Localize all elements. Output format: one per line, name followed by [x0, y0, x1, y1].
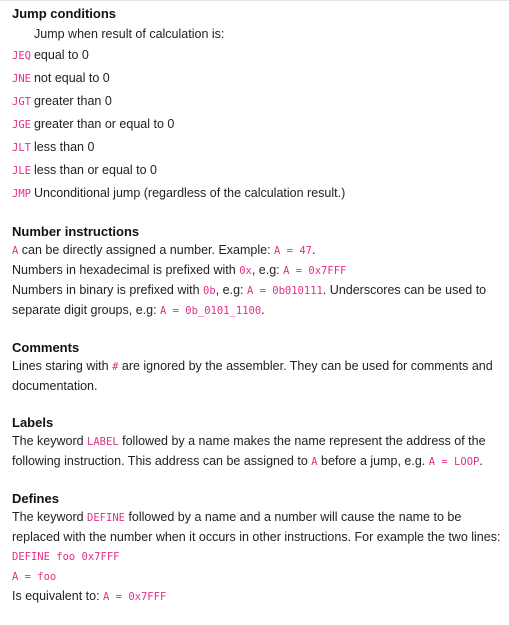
section-heading: Defines [12, 491, 59, 506]
condition-code: JEQ [12, 50, 31, 62]
text-span: Numbers in binary is prefixed with [12, 283, 204, 297]
comments-section: Comments Lines staring with # are ignore… [12, 339, 507, 396]
inline-code: A = 0x7FFF [103, 591, 167, 603]
number-line-assign: A can be directly assigned a number. Exa… [12, 241, 507, 261]
code-example-line: A = foo [12, 571, 57, 583]
condition-description: greater than 0 [33, 94, 112, 108]
condition-description: Unconditional jump (regardless of the ca… [33, 186, 346, 200]
labels-section: Labels The keyword LABEL followed by a n… [12, 414, 507, 472]
condition-row: JMP Unconditional jump (regardless of the… [12, 182, 507, 205]
text-span: . [479, 454, 483, 468]
condition-row: JGT greater than 0 [12, 90, 507, 113]
condition-list: JEQ equal to 0 JNE not equal to 0 JGT greater… [12, 44, 507, 205]
section-heading: Jump conditions [12, 6, 116, 21]
inline-code: DEFINE [87, 512, 125, 524]
defines-equivalent: Is equivalent to: A = 0x7FFF [12, 587, 507, 607]
condition-code: JGT [12, 96, 31, 108]
text-span: . [261, 303, 265, 317]
condition-row: JGE greater than or equal to 0 [12, 113, 507, 136]
number-line-binary: Numbers in binary is prefixed with 0b, e… [12, 281, 507, 321]
condition-description: not equal to 0 [33, 71, 110, 85]
inline-code: A = 47 [274, 245, 312, 257]
inline-code: A = 0x7FFF [283, 265, 347, 277]
condition-code: JGE [12, 119, 31, 131]
condition-row: JNE not equal to 0 [12, 67, 507, 90]
help-document: Jump conditions Jump when result of calc… [0, 1, 509, 607]
condition-description: less than 0 [33, 140, 95, 154]
condition-code: JLE [12, 165, 31, 177]
text-span: Lines staring with [12, 359, 113, 373]
labels-text: The keyword LABEL followed by a name mak… [12, 432, 507, 472]
inline-code: A = 0b_0101_1100 [160, 305, 262, 317]
inline-code: A = 0b010111 [246, 285, 323, 297]
condition-row: JEQ equal to 0 [12, 44, 507, 67]
jump-intro: Jump when result of calculation is: [34, 27, 225, 41]
section-heading: Number instructions [12, 224, 140, 239]
jump-conditions-section: Jump conditions Jump when result of calc… [12, 5, 507, 205]
text-span: The keyword [12, 434, 88, 448]
inline-code: 0x [239, 265, 252, 277]
condition-description: less than or equal to 0 [33, 163, 157, 177]
section-heading: Comments [12, 340, 80, 355]
inline-code: A = LOOP [428, 456, 480, 468]
code-example-line: DEFINE foo 0x7FFF [12, 551, 120, 563]
condition-description: equal to 0 [33, 48, 89, 62]
condition-description: greater than or equal to 0 [33, 117, 175, 131]
text-span: The keyword [12, 510, 88, 524]
condition-code: JLT [12, 142, 31, 154]
text-span: Is equivalent to: [12, 589, 104, 603]
number-instructions-section: Number instructions A can be directly as… [12, 223, 507, 321]
text-span: , e.g: [215, 283, 247, 297]
number-line-hex: Numbers in hexadecimal is prefixed with … [12, 261, 507, 281]
section-heading: Labels [12, 415, 54, 430]
inline-code: 0b [203, 285, 216, 297]
text-span: , e.g: [251, 263, 284, 277]
comments-text: Lines staring with # are ignored by the … [12, 357, 507, 396]
defines-section: Defines The keyword DEFINE followed by a… [12, 490, 507, 607]
text-span: . [311, 243, 316, 257]
text-span: before a jump, e.g. [317, 454, 429, 468]
condition-code: JNE [12, 73, 31, 85]
condition-row: JLT less than 0 [12, 136, 507, 159]
condition-row: JLE less than or equal to 0 [12, 159, 507, 182]
text-span: can be directly assigned a number. Examp… [18, 243, 275, 257]
defines-text: The keyword DEFINE followed by a name an… [12, 508, 507, 547]
condition-code: JMP [12, 188, 31, 200]
text-span: Numbers in hexadecimal is prefixed with [12, 263, 240, 277]
inline-code: LABEL [87, 436, 119, 448]
